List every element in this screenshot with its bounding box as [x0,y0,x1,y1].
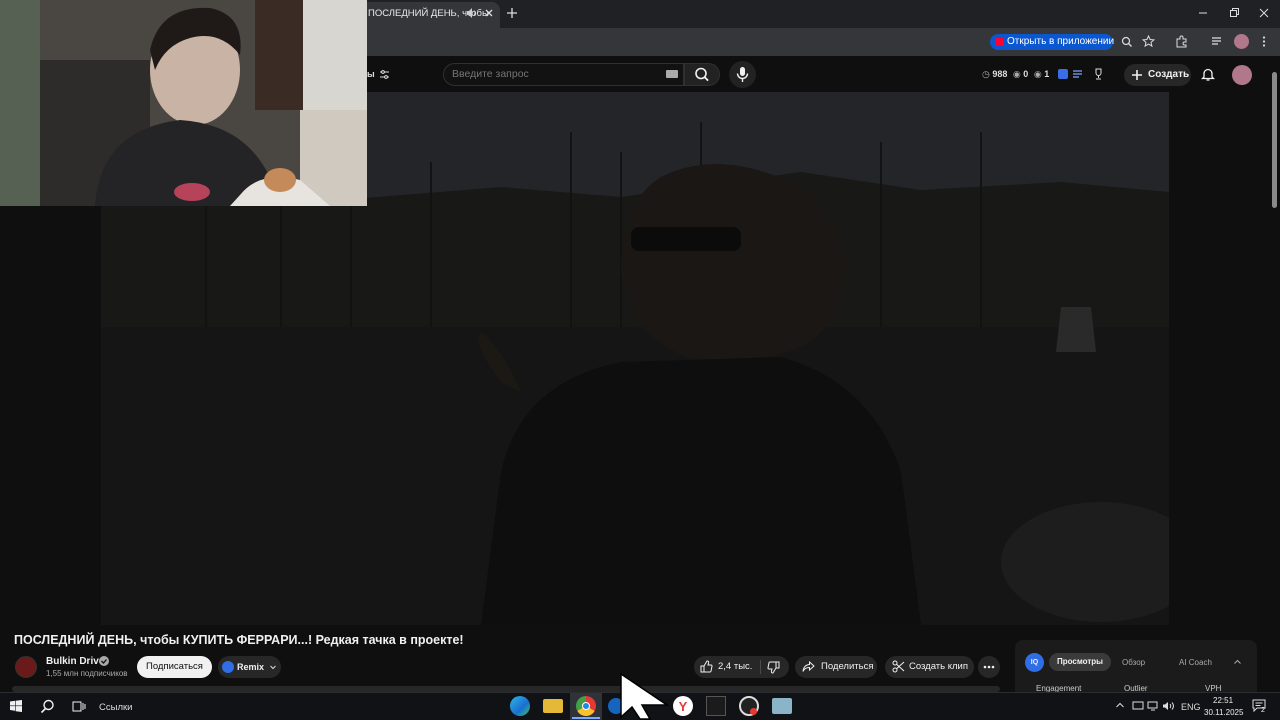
minimize-icon[interactable] [1197,6,1209,20]
channel-avatar[interactable] [15,656,37,678]
channel-name[interactable]: Bulkin Drive [46,656,104,667]
reading-list-icon[interactable] [1210,35,1223,48]
video-title: ПОСЛЕДНИЙ ДЕНЬ, чтобы КУПИТЬ ФЕРРАРИ...!… [14,633,464,647]
mouse-cursor-icon [620,673,670,720]
youtube-logo-icon [995,38,1004,46]
like-divider [760,660,761,674]
epic-games-icon[interactable] [706,696,726,716]
stat-views: 988 [992,69,1008,79]
eye-icon: ◉ [1012,69,1021,79]
notifications-bell-icon[interactable] [1201,67,1215,82]
stat-eye1: 0 [1023,69,1029,79]
tab-overview[interactable]: Обзор [1122,658,1145,667]
edge-icon[interactable] [510,696,530,716]
tray-chevron-up-icon[interactable] [1115,701,1125,709]
list-icon[interactable] [1072,69,1083,79]
extensions-icon[interactable] [1175,35,1188,48]
scrollbar-thumb[interactable] [1272,72,1277,208]
clock-icon: ◷ [982,69,990,79]
app-window-icon[interactable] [772,698,792,714]
clock-time[interactable]: 22:51 [1213,696,1233,705]
search-input[interactable] [452,68,652,80]
recording-badge-icon [750,708,757,715]
close-window-icon[interactable] [1258,6,1270,20]
share-icon [802,660,815,673]
more-dots-icon [983,665,995,669]
webcam-overlay [0,0,367,206]
more-actions-button[interactable] [978,656,1000,678]
tab-ai-coach[interactable]: AI Coach [1179,658,1212,667]
voice-search-button[interactable] [729,61,756,88]
volume-icon[interactable] [1162,701,1175,711]
tab-views[interactable]: Просмотры [1049,653,1111,671]
subscriber-count: 1,55 млн подписчиков [46,669,128,678]
display-icon[interactable] [1132,701,1144,711]
verified-badge-icon [99,656,109,666]
restore-icon[interactable] [1228,6,1240,20]
keyboard-icon[interactable] [666,70,678,78]
thumbs-down-icon[interactable] [767,661,780,674]
open-in-app-button[interactable]: Открыть в приложении [990,34,1114,50]
new-tab-icon[interactable] [505,6,519,20]
windows-start-icon[interactable] [10,700,22,712]
filter-settings-icon[interactable] [379,69,390,80]
chevron-down-icon[interactable] [269,663,277,671]
network-icon[interactable] [1147,701,1159,711]
notification-count: 2 [1261,707,1265,714]
close-tab-icon[interactable] [483,7,495,19]
extension-stats: ◷ 988 ◉ 0 ◉ 1 [982,69,1049,80]
extension-icon[interactable] [1058,69,1068,79]
search-icon[interactable] [40,699,55,714]
file-explorer-icon[interactable] [543,699,563,713]
search-button[interactable] [684,63,720,86]
browser-menu-icon[interactable] [1260,35,1268,48]
share-label: Поделиться [821,661,874,672]
trophy-icon[interactable] [1093,68,1104,80]
yandex-icon[interactable]: Y [673,696,693,716]
like-count: 2,4 тыс. [718,661,753,672]
webcam-image [0,0,367,206]
microphone-icon [736,67,749,82]
plus-icon [1131,69,1143,81]
bookmark-star-icon[interactable] [1142,35,1155,48]
account-avatar[interactable] [1232,65,1252,85]
remix-icon [222,661,234,673]
language-indicator[interactable]: ENG [1181,702,1201,712]
clip-label: Создать клип [909,661,968,672]
panel-logo: IQ [1025,653,1044,672]
clock-date[interactable]: 30.11.2025 [1204,708,1243,717]
scissors-icon [892,660,905,673]
active-indicator [572,717,600,719]
zoom-icon[interactable] [1121,36,1133,48]
task-view-icon[interactable] [72,700,86,713]
thumbs-up-icon [700,660,713,673]
links-toolbar[interactable]: Ссылки [99,702,132,713]
subscribe-button[interactable]: Подписаться [137,656,212,678]
svg-text:Y: Y [679,699,688,714]
speaker-icon[interactable] [466,7,478,19]
eye-icon: ◉ [1033,69,1042,79]
profile-avatar[interactable] [1234,34,1249,49]
filters-label[interactable]: ы [367,69,375,79]
chrome-center-icon [582,702,590,710]
remix-label: Remix [237,662,265,672]
stat-eye2: 1 [1044,69,1050,79]
chevron-up-icon[interactable] [1233,658,1242,666]
